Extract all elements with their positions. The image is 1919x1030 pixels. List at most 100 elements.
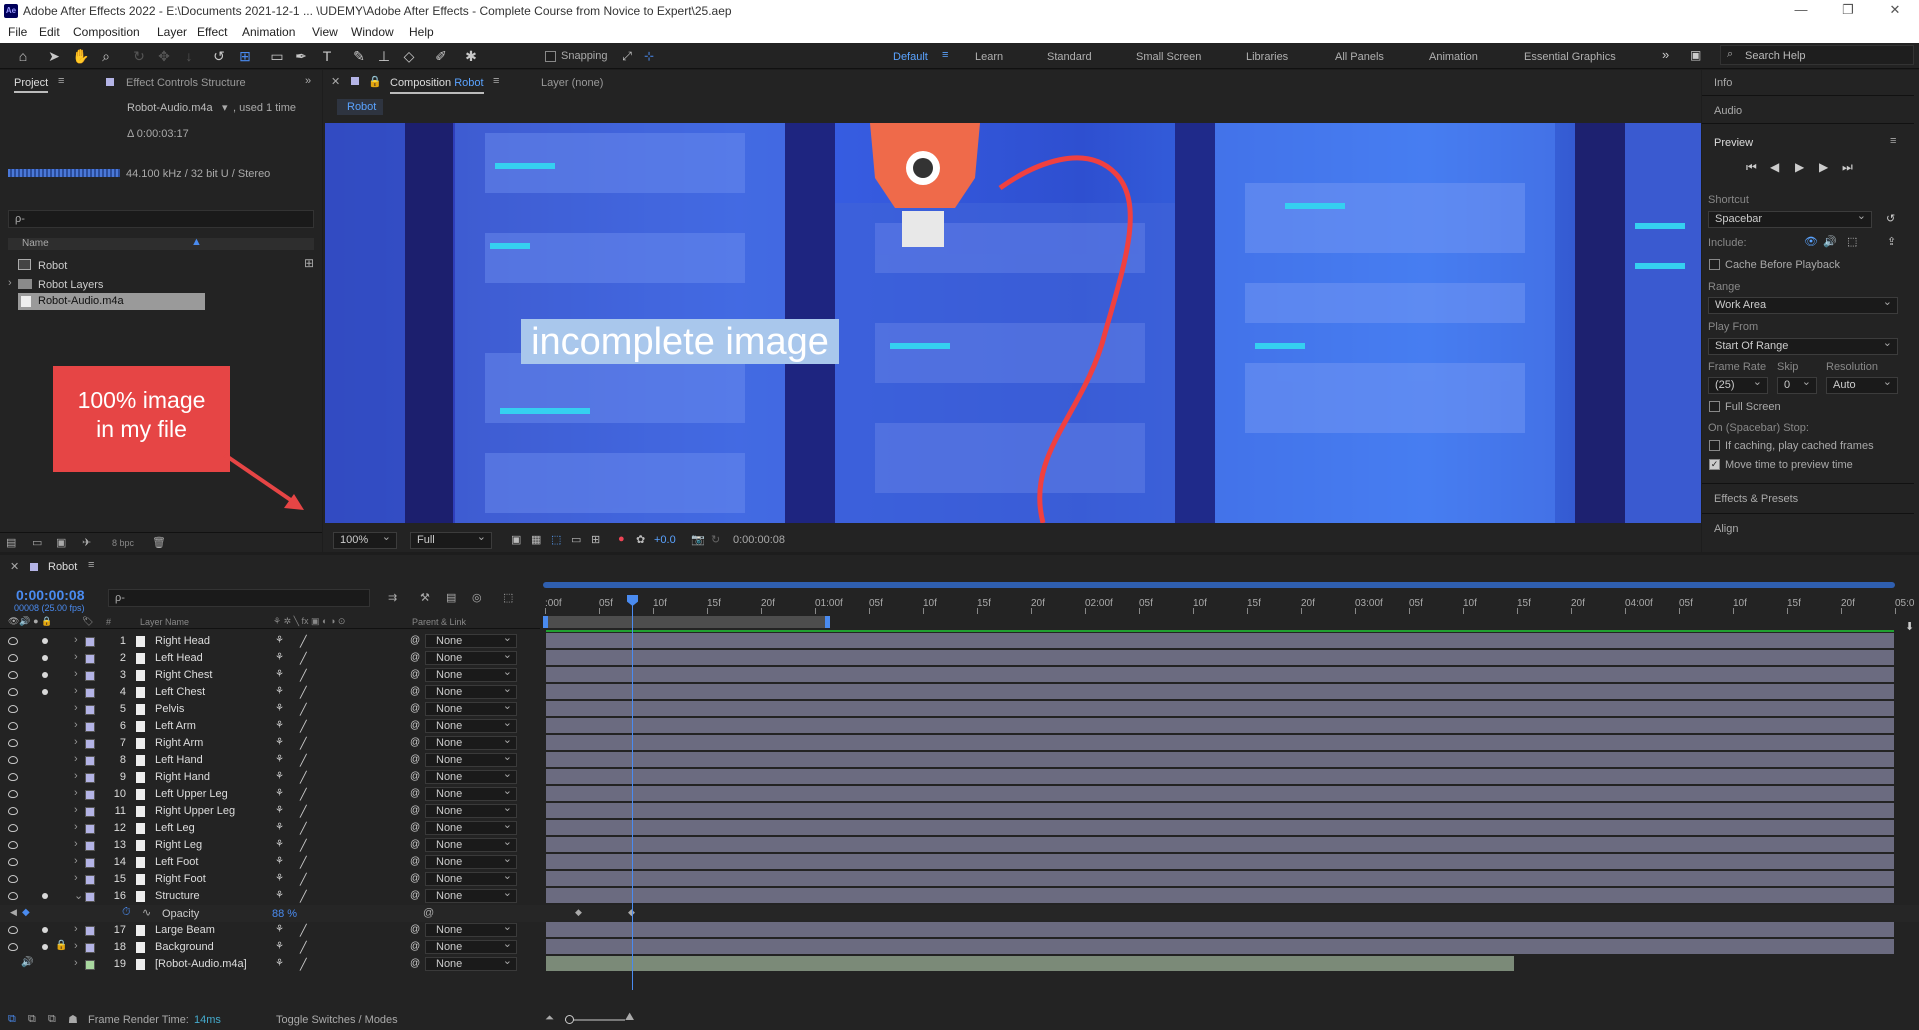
- cache-before-checkbox[interactable]: [1709, 259, 1720, 270]
- pan-tool-icon[interactable]: ✥: [155, 47, 173, 65]
- layer-name[interactable]: Left Arm: [155, 720, 196, 732]
- layer-row[interactable]: 🔊 › 19 [Robot-Audio.m4a] ⚘ ╱ @ None: [0, 955, 1919, 973]
- shy-switch-icon[interactable]: ⚘: [275, 941, 284, 952]
- label-color-swatch[interactable]: [85, 858, 95, 868]
- label-color-swatch[interactable]: [85, 637, 95, 647]
- pick-whip-icon[interactable]: @: [410, 635, 420, 646]
- comp-flowchart-icon[interactable]: ⇉: [388, 591, 397, 604]
- pick-whip-icon[interactable]: @: [410, 890, 420, 901]
- layer-name[interactable]: Right Leg: [155, 839, 202, 851]
- menu-window[interactable]: Window: [351, 25, 394, 39]
- snapping-checkbox[interactable]: [545, 51, 556, 62]
- workspace-standard[interactable]: Standard: [1047, 51, 1092, 63]
- parent-dropdown[interactable]: None: [425, 921, 517, 937]
- label-color-swatch[interactable]: [85, 705, 95, 715]
- layer-name[interactable]: Background: [155, 941, 214, 953]
- rotate-tool-icon[interactable]: ↺: [210, 47, 228, 65]
- menu-file[interactable]: File: [8, 25, 27, 39]
- play-icon[interactable]: ▶: [1795, 160, 1804, 174]
- search-help-field[interactable]: ⌕ Search Help: [1720, 45, 1914, 65]
- pick-whip-icon[interactable]: @: [410, 822, 420, 833]
- panel-overflow-icon[interactable]: »: [305, 75, 311, 87]
- expand-layer-icon[interactable]: ›: [74, 736, 78, 748]
- pen-tool-icon[interactable]: ✒: [292, 47, 310, 65]
- snap-edges-icon[interactable]: ⤢: [618, 47, 636, 65]
- parent-dropdown[interactable]: None: [425, 751, 517, 767]
- solo-dot-icon[interactable]: [42, 944, 48, 950]
- shy-switch-icon[interactable]: ⚘: [275, 686, 284, 697]
- shy-switch-icon[interactable]: ⚘: [275, 703, 284, 714]
- layer-duration-bar[interactable]: [546, 820, 1894, 835]
- pick-whip-icon[interactable]: @: [410, 686, 420, 697]
- new-comp-icon[interactable]: ▣: [56, 536, 66, 549]
- shy-switch-icon[interactable]: ⚘: [275, 771, 284, 782]
- tab-layer[interactable]: Layer (none): [541, 77, 603, 89]
- visibility-eye-icon[interactable]: [8, 926, 18, 934]
- graph-icon[interactable]: ∿: [142, 906, 151, 919]
- parent-dropdown[interactable]: None: [425, 717, 517, 733]
- if-caching-checkbox[interactable]: [1709, 440, 1720, 451]
- col-layer-name[interactable]: Layer Name: [140, 617, 189, 627]
- time-navigator[interactable]: [543, 582, 1895, 588]
- visibility-eye-icon[interactable]: [8, 654, 18, 662]
- menu-edit[interactable]: Edit: [39, 25, 60, 39]
- col-parent[interactable]: Parent & Link: [412, 617, 466, 627]
- pick-whip-icon[interactable]: @: [410, 924, 420, 935]
- label-color-swatch[interactable]: [85, 807, 95, 817]
- pick-whip-icon[interactable]: @: [410, 856, 420, 867]
- expression-pick-icon[interactable]: @: [423, 907, 434, 919]
- add-keyframe-icon[interactable]: ◆: [22, 907, 30, 918]
- comp-breadcrumb[interactable]: Robot: [337, 99, 383, 115]
- info-panel-header[interactable]: Info: [1714, 77, 1732, 89]
- layer-name[interactable]: Large Beam: [155, 924, 215, 936]
- timeline-tab[interactable]: Robot: [48, 561, 77, 573]
- shy-switch-icon[interactable]: ⚘: [275, 856, 284, 867]
- layer-duration-bar[interactable]: [546, 701, 1894, 716]
- label-color-swatch[interactable]: [85, 654, 95, 664]
- pick-whip-icon[interactable]: @: [410, 737, 420, 748]
- visibility-eye-icon[interactable]: [8, 705, 18, 713]
- layer-row[interactable]: › 17 Large Beam ⚘ ╱ @ None: [0, 921, 1919, 939]
- layer-duration-bar[interactable]: [546, 956, 1514, 971]
- workspace-animation[interactable]: Animation: [1429, 51, 1478, 63]
- label-color-swatch[interactable]: [85, 824, 95, 834]
- solo-dot-icon[interactable]: [42, 638, 48, 644]
- parent-dropdown[interactable]: None: [425, 836, 517, 852]
- toggle-switches-modes[interactable]: Toggle Switches / Modes: [276, 1014, 398, 1026]
- layer-duration-bar[interactable]: [546, 837, 1894, 852]
- full-screen-checkbox[interactable]: [1709, 401, 1720, 412]
- visibility-eye-icon[interactable]: [8, 807, 18, 815]
- expand-layer-icon[interactable]: ›: [74, 634, 78, 646]
- layer-row[interactable]: › 10 Left Upper Leg ⚘ ╱ @ None: [0, 785, 1919, 803]
- visibility-eye-icon[interactable]: [8, 858, 18, 866]
- layer-duration-bar[interactable]: [546, 888, 1894, 903]
- visibility-eye-icon[interactable]: [8, 756, 18, 764]
- pick-whip-icon[interactable]: @: [410, 805, 420, 816]
- col-name[interactable]: Name: [22, 238, 49, 249]
- shy-switch-icon[interactable]: ⚘: [275, 839, 284, 850]
- selection-tool-icon[interactable]: ➤: [45, 47, 63, 65]
- expand-layer-icon[interactable]: ›: [74, 838, 78, 850]
- expand-layer-icon[interactable]: ›: [74, 685, 78, 697]
- opacity-property-row[interactable]: ◀ ◆ ⏱ ∿ Opacity 88 % @ ◆ ◆: [0, 905, 1919, 922]
- pick-whip-icon[interactable]: @: [410, 873, 420, 884]
- trash-icon[interactable]: 🗑: [152, 536, 166, 549]
- shy-switch-icon[interactable]: ⚘: [275, 737, 284, 748]
- zoom-out-icon[interactable]: ⏶: [545, 1012, 554, 1025]
- quality-switch-icon[interactable]: ╱: [300, 703, 307, 716]
- label-color-swatch[interactable]: [85, 739, 95, 749]
- shy-switch-icon[interactable]: ⚘: [275, 958, 284, 969]
- expand-layer-icon[interactable]: ›: [74, 957, 78, 969]
- av-features-icons[interactable]: 👁🔊 ● 🔒: [8, 616, 52, 627]
- tab-project[interactable]: Project: [14, 77, 49, 93]
- quality-switch-icon[interactable]: ╱: [300, 873, 307, 886]
- stopwatch-icon[interactable]: ⏱: [122, 906, 131, 919]
- pick-whip-icon[interactable]: @: [410, 754, 420, 765]
- magnification-dropdown[interactable]: 100%: [333, 530, 397, 549]
- parent-dropdown[interactable]: None: [425, 887, 517, 903]
- menu-animation[interactable]: Animation: [242, 25, 295, 39]
- layer-row[interactable]: › 14 Left Foot ⚘ ╱ @ None: [0, 853, 1919, 871]
- visibility-eye-icon[interactable]: [8, 943, 18, 951]
- range-dropdown[interactable]: Work Area: [1708, 295, 1898, 314]
- label-color-swatch[interactable]: [85, 960, 95, 970]
